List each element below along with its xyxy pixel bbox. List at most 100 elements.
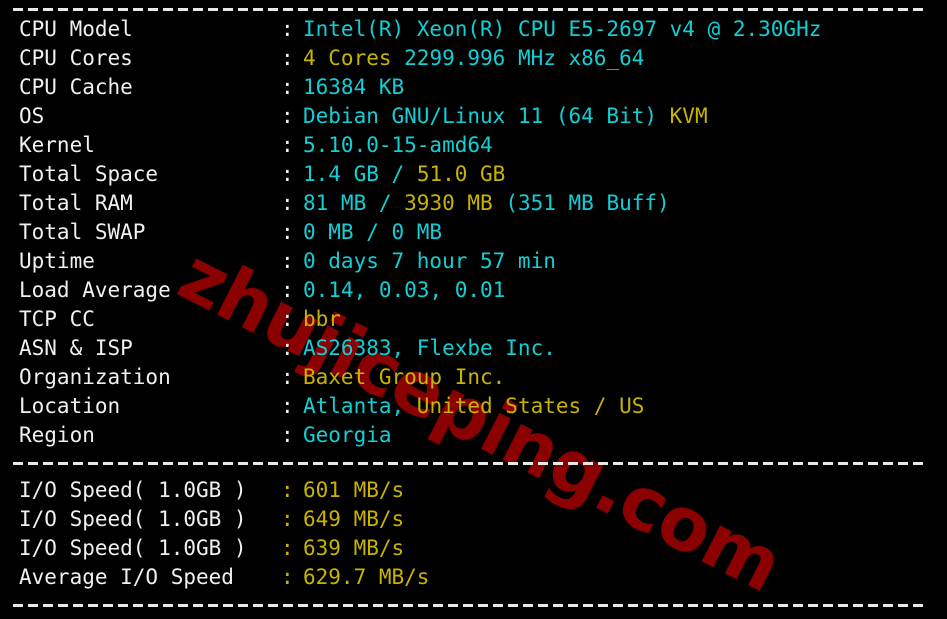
row-label: I/O Speed( 1.0GB ) bbox=[19, 507, 247, 531]
row-value: 16384 KB bbox=[303, 75, 404, 99]
row-colon: : bbox=[281, 423, 294, 447]
row-label: Total SWAP bbox=[19, 220, 146, 244]
separator-bottom bbox=[13, 604, 925, 607]
row-value: 4 Cores 2299.996 MHz x86_64 bbox=[303, 46, 644, 70]
row-value: Debian GNU/Linux 11 (64 Bit) KVM bbox=[303, 104, 708, 128]
row-colon: : bbox=[281, 46, 294, 70]
value-segment: KVM bbox=[669, 104, 708, 128]
row-label: Load Average bbox=[19, 278, 171, 302]
value-segment: 0 MB / 0 MB bbox=[303, 220, 443, 244]
row-value: 639 MB/s bbox=[303, 536, 404, 560]
row-value: AS26383, Flexbe Inc. bbox=[303, 336, 556, 360]
row-colon: : bbox=[281, 536, 294, 560]
info-row: OS: Debian GNU/Linux 11 (64 Bit) KVM bbox=[0, 102, 947, 131]
row-colon: : bbox=[281, 220, 294, 244]
value-segment: Georgia bbox=[303, 423, 392, 447]
row-label: Total RAM bbox=[19, 191, 133, 215]
info-row: CPU Cache:16384 KB bbox=[0, 73, 947, 102]
value-segment: 601 MB/s bbox=[303, 478, 405, 502]
row-colon: : bbox=[281, 162, 294, 186]
row-colon: : bbox=[281, 17, 294, 41]
info-row: I/O Speed( 1.0GB ):639 MB/s bbox=[0, 534, 947, 563]
row-value: 601 MB/s bbox=[303, 478, 404, 502]
row-colon: : bbox=[281, 278, 294, 302]
row-colon: : bbox=[281, 507, 294, 531]
info-row: I/O Speed( 1.0GB ):649 MB/s bbox=[0, 505, 947, 534]
row-colon: : bbox=[281, 191, 294, 215]
info-row: Average I/O Speed:629.7 MB/s bbox=[0, 563, 947, 592]
info-row: Location: Atlanta, United States / US bbox=[0, 392, 947, 421]
value-segment: 51.0 GB bbox=[416, 162, 506, 186]
value-segment: Intel(R) Xeon(R) CPU E5-2697 v4 @ 2.30GH… bbox=[303, 17, 822, 41]
terminal-screen: zhujiceping.com CPU Model: Intel(R) Xeon(… bbox=[0, 0, 947, 619]
value-segment: Debian GNU/Linux 11 (64 Bit) bbox=[303, 104, 670, 128]
row-value: 5.10.0-15-amd64 bbox=[303, 133, 493, 157]
row-label: CPU Cores bbox=[19, 46, 133, 70]
row-label: I/O Speed( 1.0GB ) bbox=[19, 536, 247, 560]
row-value: Baxet Group Inc. bbox=[303, 365, 505, 389]
value-segment: 0 days 7 hour 57 min bbox=[303, 249, 556, 273]
value-segment: 81 MB bbox=[303, 191, 379, 215]
row-value: Atlanta, United States / US bbox=[303, 394, 644, 418]
value-segment: 3930 MB bbox=[404, 191, 506, 215]
row-label: Kernel bbox=[19, 133, 95, 157]
row-value: bbr bbox=[303, 307, 341, 331]
row-colon: : bbox=[281, 104, 294, 128]
row-value: Intel(R) Xeon(R) CPU E5-2697 v4 @ 2.30GH… bbox=[303, 17, 821, 41]
value-segment: 629.7 MB/s bbox=[303, 565, 430, 589]
value-segment: 16384 KB bbox=[303, 75, 405, 99]
row-label: ASN & ISP bbox=[19, 336, 133, 360]
info-row: Region: Georgia bbox=[0, 421, 947, 450]
value-segment: Baxet Group Inc. bbox=[303, 365, 506, 389]
row-colon: : bbox=[281, 249, 294, 273]
row-value: 0 MB / 0 MB bbox=[303, 220, 442, 244]
row-label: CPU Cache bbox=[19, 75, 133, 99]
info-row: I/O Speed( 1.0GB ):601 MB/s bbox=[0, 476, 947, 505]
info-row: Uptime:0 days 7 hour 57 min bbox=[0, 247, 947, 276]
value-segment: bbr bbox=[303, 307, 341, 331]
row-colon: : bbox=[281, 133, 294, 157]
info-row: ASN & ISP: AS26383, Flexbe Inc. bbox=[0, 334, 947, 363]
row-value: 649 MB/s bbox=[303, 507, 404, 531]
value-segment: 649 MB/s bbox=[303, 507, 405, 531]
row-label: CPU Model bbox=[19, 17, 133, 41]
row-colon: : bbox=[281, 336, 294, 360]
row-label: Total Space bbox=[19, 162, 159, 186]
info-row: Total SWAP:0 MB / 0 MB bbox=[0, 218, 947, 247]
value-segment: / bbox=[378, 191, 405, 215]
row-value: 0.14, 0.03, 0.01 bbox=[303, 278, 505, 302]
row-label: Location bbox=[19, 394, 121, 418]
separator-top bbox=[13, 8, 925, 11]
row-colon: : bbox=[281, 365, 294, 389]
info-row: CPU Cores:4 Cores 2299.996 MHz x86_64 bbox=[0, 44, 947, 73]
separator-middle bbox=[13, 462, 925, 465]
info-row: TCP CC: bbr bbox=[0, 305, 947, 334]
row-label: OS bbox=[19, 104, 45, 128]
value-segment: (351 MB Buff) bbox=[505, 191, 670, 215]
value-segment: Atlanta, bbox=[303, 394, 417, 418]
row-colon: : bbox=[281, 307, 294, 331]
value-segment: 0.14, 0.03, 0.01 bbox=[303, 278, 506, 302]
info-row: CPU Model: Intel(R) Xeon(R) CPU E5-2697 v… bbox=[0, 15, 947, 44]
value-segment: / bbox=[391, 162, 417, 186]
row-colon: : bbox=[281, 565, 294, 589]
row-label: I/O Speed( 1.0GB ) bbox=[19, 478, 247, 502]
info-row: Total RAM:81 MB / 3930 MB (351 MB Buff) bbox=[0, 189, 947, 218]
value-segment: 639 MB/s bbox=[303, 536, 405, 560]
row-label: Average I/O Speed bbox=[19, 565, 234, 589]
value-segment: 1.4 GB bbox=[303, 162, 392, 186]
value-segment: 2299.996 MHz x86_64 bbox=[404, 46, 645, 70]
row-label: TCP CC bbox=[19, 307, 95, 331]
value-segment: United States / US bbox=[416, 394, 645, 418]
info-row: Load Average:0.14, 0.03, 0.01 bbox=[0, 276, 947, 305]
row-colon: : bbox=[281, 394, 294, 418]
io-benchmark-block: I/O Speed( 1.0GB ):601 MB/s I/O Speed( 1.… bbox=[0, 476, 947, 592]
row-label: Region bbox=[19, 423, 95, 447]
row-label: Organization bbox=[19, 365, 171, 389]
info-row: Total Space:1.4 GB / 51.0 GB bbox=[0, 160, 947, 189]
row-colon: : bbox=[281, 75, 294, 99]
row-value: Georgia bbox=[303, 423, 392, 447]
row-value: 1.4 GB / 51.0 GB bbox=[303, 162, 505, 186]
row-value: 0 days 7 hour 57 min bbox=[303, 249, 556, 273]
row-colon: : bbox=[281, 478, 294, 502]
